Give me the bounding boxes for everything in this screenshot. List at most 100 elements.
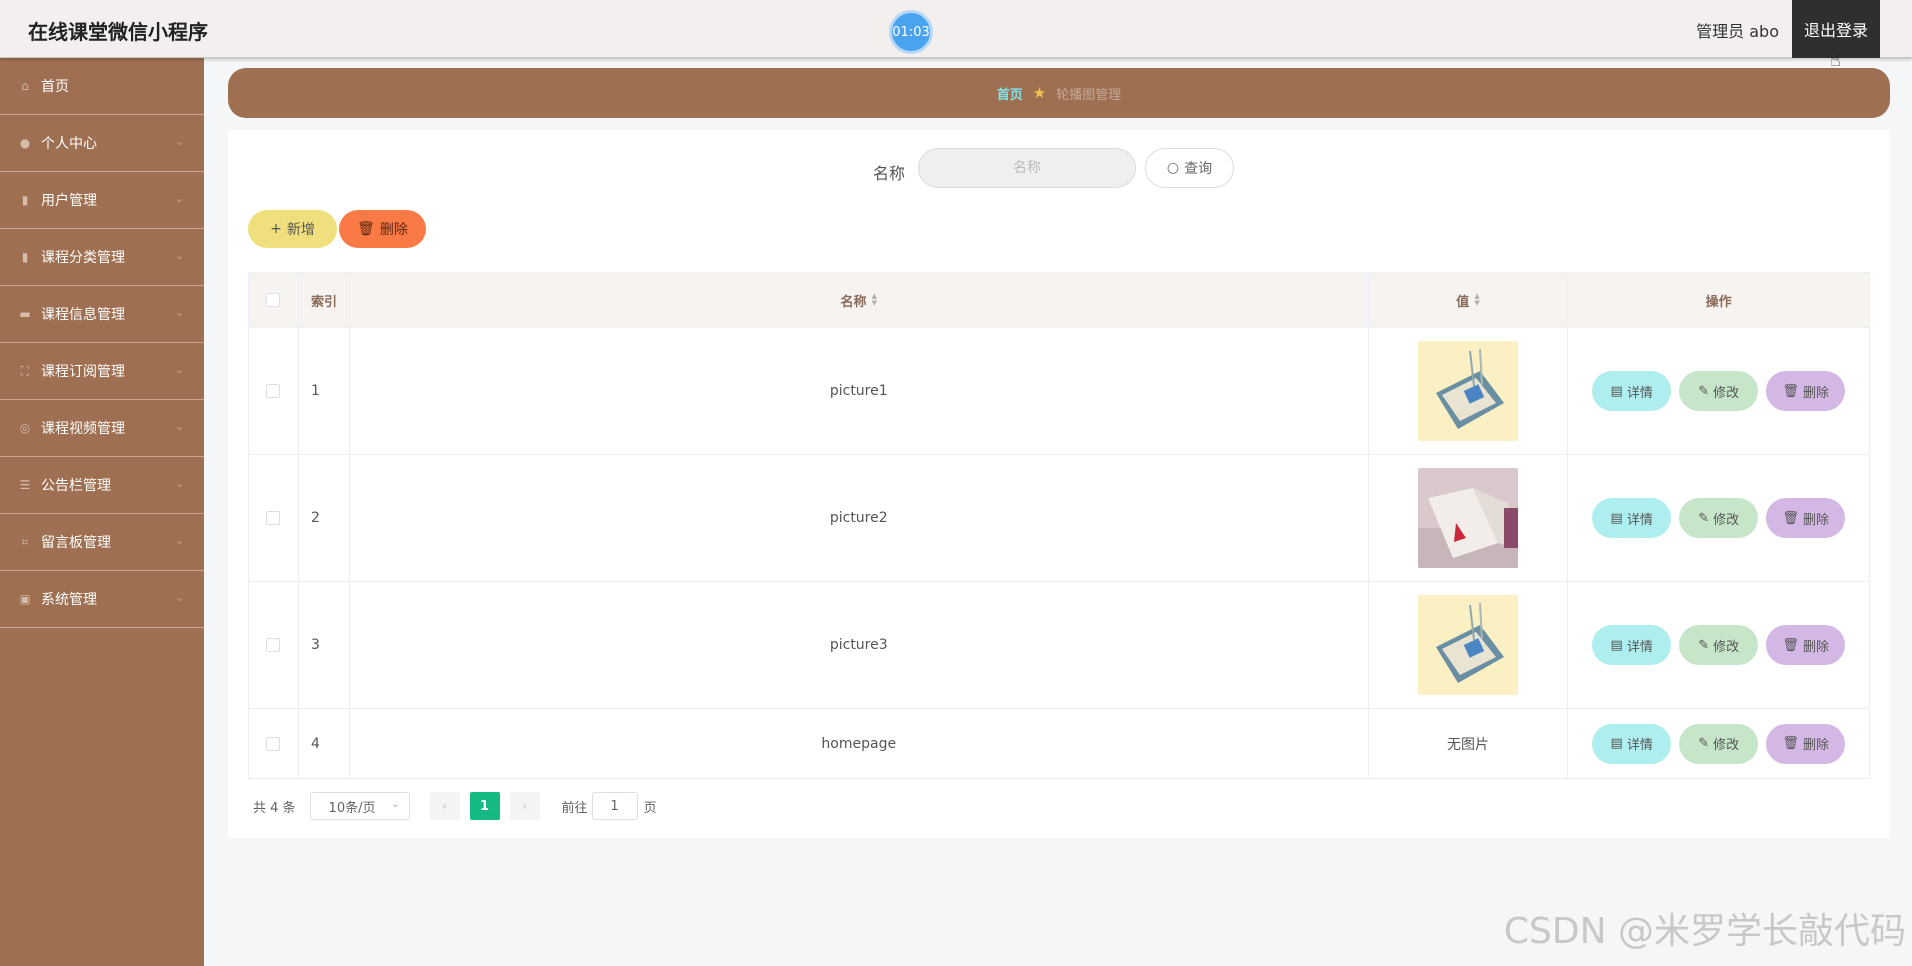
column-header-name[interactable]: 名称 ▲ ▼ (350, 273, 1369, 327)
sidebar-item-course-category[interactable]: ▮ 课程分类管理 ⌄ (0, 229, 204, 286)
sidebar-item-course-info[interactable]: ▬ 课程信息管理 ⌄ (0, 286, 204, 343)
sidebar-item-user-management[interactable]: ▮ 用户管理 ⌄ (0, 172, 204, 229)
sidebar-item-label: 课程分类管理 (41, 250, 125, 266)
pencil-icon: ✎ (1698, 736, 1710, 751)
detail-button[interactable]: ▤ 详情 (1592, 625, 1672, 665)
row-name: picture1 (350, 328, 1369, 454)
chevron-down-icon: ⌄ (174, 192, 184, 205)
sidebar-item-personal-center[interactable]: ● 个人中心 ⌄ (0, 115, 204, 172)
delete-button-label: 删除 (1802, 738, 1829, 753)
pencil-icon: ✎ (1698, 383, 1710, 399)
pointer-cursor-icon: ☝ (1830, 50, 1841, 71)
detail-button-label: 详情 (1626, 512, 1653, 528)
page-number-current[interactable]: 1 (469, 792, 500, 820)
sidebar-item-system[interactable]: ▣ 系统管理 ⌄ (0, 571, 204, 628)
detail-button[interactable]: ▤ 详情 (1592, 371, 1672, 411)
goto-suffix: 页 (643, 800, 657, 816)
row-checkbox[interactable] (266, 638, 281, 652)
row-name: picture3 (350, 582, 1369, 708)
row-index: 3 (299, 582, 350, 708)
document-icon: ▤ (1610, 383, 1623, 399)
row-select-cell (249, 455, 299, 581)
row-value (1369, 582, 1569, 708)
sidebar-item-message-board[interactable]: ⌗ 留言板管理 ⌄ (0, 514, 204, 571)
row-select-cell (249, 582, 299, 708)
breadcrumb-home-link[interactable]: 首页 (997, 84, 1023, 103)
chevron-down-icon: ⌄ (174, 249, 184, 262)
delete-button[interactable]: 🗑 删除 (1766, 371, 1846, 411)
sort-icon[interactable]: ▲ ▼ (872, 293, 877, 307)
search-input[interactable]: 名称 (918, 148, 1136, 188)
edit-button[interactable]: ✎ 修改 (1679, 625, 1759, 665)
chevron-down-icon: ⌄ (174, 363, 184, 376)
row-select-cell (249, 328, 299, 454)
edit-button-label: 修改 (1713, 639, 1740, 655)
sidebar-item-label: 课程订阅管理 (41, 364, 125, 380)
delete-button-label: 删除 (1802, 639, 1829, 655)
column-header-ops: 操作 (1705, 294, 1732, 310)
clipboard-icon: ▮ (21, 250, 29, 264)
prev-page-button[interactable]: ‹ (429, 792, 460, 820)
batch-delete-label: 删除 (379, 222, 408, 238)
row-name: homepage (350, 709, 1369, 778)
row-checkbox[interactable] (266, 384, 281, 398)
sidebar-item-label: 首页 (41, 79, 69, 95)
detail-button[interactable]: ▤ 详情 (1592, 723, 1672, 764)
detail-button-label: 详情 (1626, 639, 1653, 655)
edit-button[interactable]: ✎ 修改 (1679, 723, 1759, 764)
batch-delete-button[interactable]: 🗑 删除 (339, 210, 426, 248)
page-size-select[interactable]: 10条/页 ⌄ (309, 792, 410, 820)
delete-button[interactable]: 🗑 删除 (1766, 723, 1846, 764)
detail-button[interactable]: ▤ 详情 (1592, 498, 1672, 538)
edit-button-label: 修改 (1713, 512, 1740, 528)
table-row: 4 homepage 无图片 ▤ 详情 ✎ 修改 🗑 删除 (249, 709, 1869, 778)
chevron-left-icon: ‹ (441, 798, 448, 814)
image-icon: ▣ (19, 592, 31, 606)
globe-icon: ◎ (19, 421, 31, 435)
breadcrumb-current: 轮播图管理 (1056, 87, 1122, 103)
delete-button[interactable]: 🗑 删除 (1766, 625, 1846, 665)
column-header-index: 索引 (299, 273, 350, 327)
sidebar-item-label: 课程视频管理 (41, 421, 125, 437)
edit-button[interactable]: ✎ 修改 (1679, 371, 1759, 411)
trash-icon: 🗑 (1782, 736, 1799, 751)
add-button-label: 新增 (286, 222, 315, 238)
document-icon: ▤ (1610, 736, 1623, 751)
sort-icon[interactable]: ▲ ▼ (1474, 293, 1479, 307)
next-page-button[interactable]: › (509, 792, 540, 820)
row-index: 1 (299, 328, 350, 454)
table-header-row: 索引 名称 ▲ ▼ 值 ▲ ▼ 操作 (249, 273, 1869, 328)
sidebar-item-course-subscription[interactable]: ⛶ 课程订阅管理 ⌄ (0, 343, 204, 400)
row-checkbox[interactable] (266, 511, 281, 525)
plus-icon: + (270, 221, 282, 237)
add-button[interactable]: + 新增 (248, 210, 337, 248)
carousel-thumbnail-book (1418, 595, 1518, 695)
carousel-thumbnail-open-book (1418, 468, 1518, 568)
sidebar-item-home[interactable]: ⌂ 首页 (0, 58, 204, 115)
detail-button-label: 详情 (1626, 385, 1653, 401)
row-checkbox[interactable] (266, 736, 281, 751)
breadcrumb: 首页 ★ 轮播图管理 (228, 68, 1890, 118)
monitor-icon: ▬ (19, 307, 31, 321)
search-icon: ○ (1166, 160, 1180, 176)
chevron-right-icon: › (521, 798, 528, 814)
row-actions: ▤ 详情 ✎ 修改 🗑 删除 (1568, 582, 1869, 708)
column-header-value[interactable]: 值 ▲ ▼ (1369, 273, 1569, 327)
row-actions: ▤ 详情 ✎ 修改 🗑 删除 (1568, 328, 1869, 454)
delete-button[interactable]: 🗑 删除 (1766, 498, 1846, 538)
home-icon: ⌂ (21, 79, 29, 93)
pagination-total: 共 4 条 (253, 800, 296, 816)
pencil-icon: ✎ (1698, 637, 1710, 653)
chevron-down-icon: ⌄ (174, 477, 184, 490)
goto-page-input[interactable]: 1 (591, 792, 638, 820)
sidebar-item-course-video[interactable]: ◎ 课程视频管理 ⌄ (0, 400, 204, 457)
table-row: 2 picture2 ▤ 详情 ✎ 修改 🗑 删除 (249, 455, 1869, 582)
select-all-checkbox[interactable] (266, 293, 281, 307)
row-value (1369, 328, 1569, 454)
crop-icon: ⌗ (21, 534, 29, 549)
search-button[interactable]: ○ 查询 (1145, 148, 1234, 188)
sidebar-item-notice-board[interactable]: ☰ 公告栏管理 ⌄ (0, 457, 204, 514)
detail-button-label: 详情 (1626, 738, 1653, 753)
row-select-cell (249, 709, 299, 778)
edit-button[interactable]: ✎ 修改 (1679, 498, 1759, 538)
